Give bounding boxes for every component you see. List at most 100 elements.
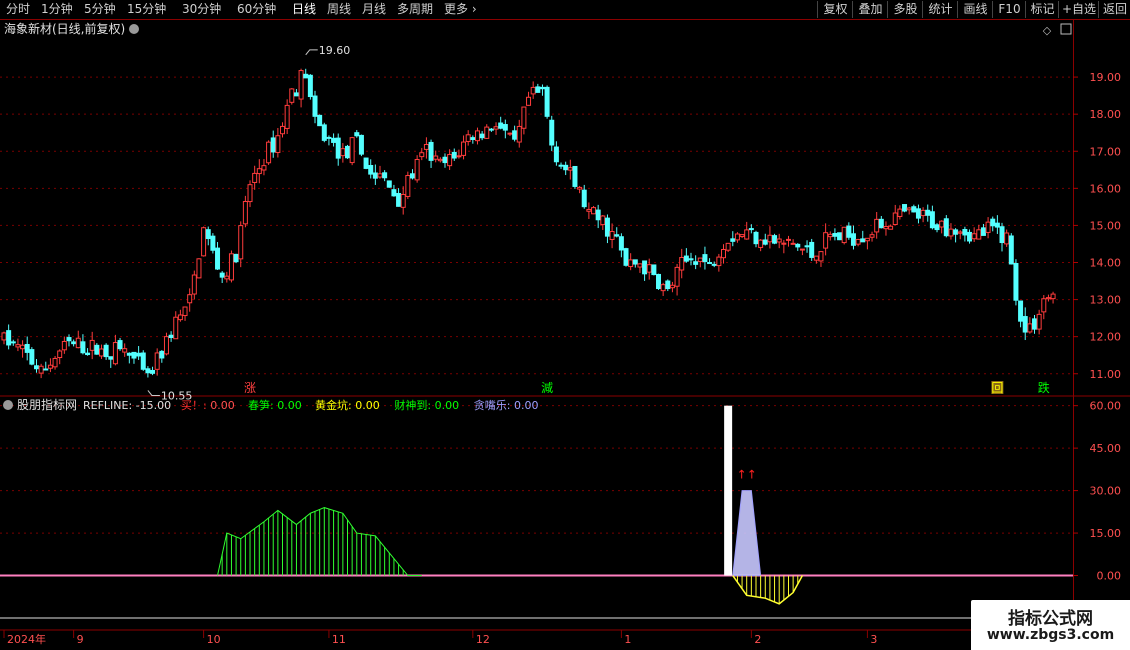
candle-body xyxy=(809,241,815,258)
candle-body xyxy=(697,257,703,262)
legend-item-4: 财神到: 0.00 xyxy=(394,398,459,412)
period-tab-8[interactable]: 月线 xyxy=(362,1,386,18)
toolbar-button-8[interactable]: 返回 xyxy=(1098,1,1130,18)
candle-body xyxy=(122,348,128,353)
candle-body xyxy=(553,146,559,163)
candle-body xyxy=(191,274,197,295)
candle-body xyxy=(1027,323,1033,333)
legend-item-2: 春笋: 0.00 xyxy=(248,398,302,412)
period-tab-2[interactable]: 5分钟 xyxy=(84,1,116,18)
candle-body xyxy=(414,159,420,181)
toolbar-button-5[interactable]: F10 xyxy=(992,1,1026,18)
period-tab-6[interactable]: 日线 xyxy=(292,1,316,18)
candle-body xyxy=(400,193,406,208)
xtick-label-7: 3 xyxy=(870,633,877,646)
candle-body xyxy=(409,173,415,179)
candle-body xyxy=(813,255,819,261)
candle-body xyxy=(247,184,253,203)
candle-body xyxy=(915,208,921,219)
candle-body xyxy=(391,189,397,197)
candle-body xyxy=(187,294,193,304)
candle-body xyxy=(799,248,805,251)
candle-body xyxy=(451,151,457,159)
candle-body xyxy=(934,224,940,231)
toolbar-button-6[interactable]: 标记 xyxy=(1025,1,1059,18)
candle-body xyxy=(321,124,327,141)
candle-body xyxy=(177,314,183,321)
candle-body xyxy=(767,234,773,243)
period-tab-1[interactable]: 1分钟 xyxy=(41,1,73,18)
period-tab-3[interactable]: 15分钟 xyxy=(127,1,166,18)
indicator-name: 股朋指标网 xyxy=(17,397,77,412)
white-bar xyxy=(724,405,733,576)
candle-body xyxy=(98,348,104,357)
candle-body xyxy=(748,228,754,231)
candle-body xyxy=(1041,298,1047,313)
candle-body xyxy=(1032,318,1038,330)
candle-body xyxy=(827,233,833,238)
candle-body xyxy=(24,343,30,353)
candle-body xyxy=(869,234,875,238)
period-tab-5[interactable]: 60分钟 xyxy=(237,1,276,18)
candle-body xyxy=(860,238,866,243)
candle-body xyxy=(71,341,77,345)
watermark-line1: 指标公式网 xyxy=(1008,609,1093,629)
candle-body xyxy=(498,122,504,129)
candle-body xyxy=(284,104,290,129)
period-tab-10[interactable]: 更多 › xyxy=(444,1,477,18)
main-ytick-label-7: 18.00 xyxy=(1090,108,1122,121)
candle-body xyxy=(730,238,736,242)
candle-body xyxy=(512,130,518,140)
candle-body xyxy=(154,352,160,370)
yellow-area-outline xyxy=(732,575,804,605)
candle-body xyxy=(939,220,945,228)
candle-body xyxy=(725,242,731,251)
candle-body xyxy=(474,130,480,142)
candle-body xyxy=(126,352,132,356)
candle-body xyxy=(1004,232,1010,245)
candle-body xyxy=(911,206,917,213)
candle-body xyxy=(702,254,708,263)
toolbar-button-7[interactable]: +自选 xyxy=(1058,1,1099,18)
candle-body xyxy=(507,132,513,135)
xtick-label-5: 1 xyxy=(624,633,631,646)
toolbar-button-1[interactable]: 叠加 xyxy=(852,1,888,18)
main-ytick-label-6: 17.00 xyxy=(1090,145,1122,158)
candle-body xyxy=(447,154,453,167)
candle-body xyxy=(874,218,880,233)
period-tab-0[interactable]: 分时 xyxy=(6,1,30,18)
candle-body xyxy=(1008,235,1014,265)
period-tab-4[interactable]: 30分钟 xyxy=(182,1,221,18)
candle-body xyxy=(242,201,248,225)
candle-body xyxy=(656,273,662,290)
toolbar-button-2[interactable]: 多股 xyxy=(887,1,923,18)
candle-body xyxy=(925,209,931,216)
candle-body xyxy=(136,352,142,357)
main-ytick-label-4: 15.00 xyxy=(1090,219,1122,232)
candle-body xyxy=(980,227,986,236)
toolbar-button-0[interactable]: 复权 xyxy=(817,1,853,18)
candle-body xyxy=(883,226,889,230)
signal-marker-3: 跌 xyxy=(1038,380,1050,395)
candle-body xyxy=(693,261,699,265)
candle-body xyxy=(707,262,713,265)
period-tab-9[interactable]: 多周期 xyxy=(397,1,433,18)
candle-body xyxy=(651,264,657,276)
candle-body xyxy=(145,368,151,374)
candle-body xyxy=(781,242,787,245)
xtick-label-1: 9 xyxy=(77,633,84,646)
main-ytick-label-1: 12.00 xyxy=(1090,331,1122,344)
candle-body xyxy=(465,134,471,142)
candle-body xyxy=(600,215,606,226)
candle-body xyxy=(312,95,318,117)
xtick-label-2: 10 xyxy=(207,633,221,646)
candle-body xyxy=(488,128,494,131)
candle-body xyxy=(224,275,230,280)
toolbar-button-3[interactable]: 统计 xyxy=(922,1,958,18)
candle-body xyxy=(433,155,439,160)
candle-body xyxy=(340,148,346,157)
candle-body xyxy=(646,264,652,273)
candle-body xyxy=(289,88,295,103)
toolbar-button-4[interactable]: 画线 xyxy=(957,1,993,18)
period-tab-7[interactable]: 周线 xyxy=(327,1,351,18)
